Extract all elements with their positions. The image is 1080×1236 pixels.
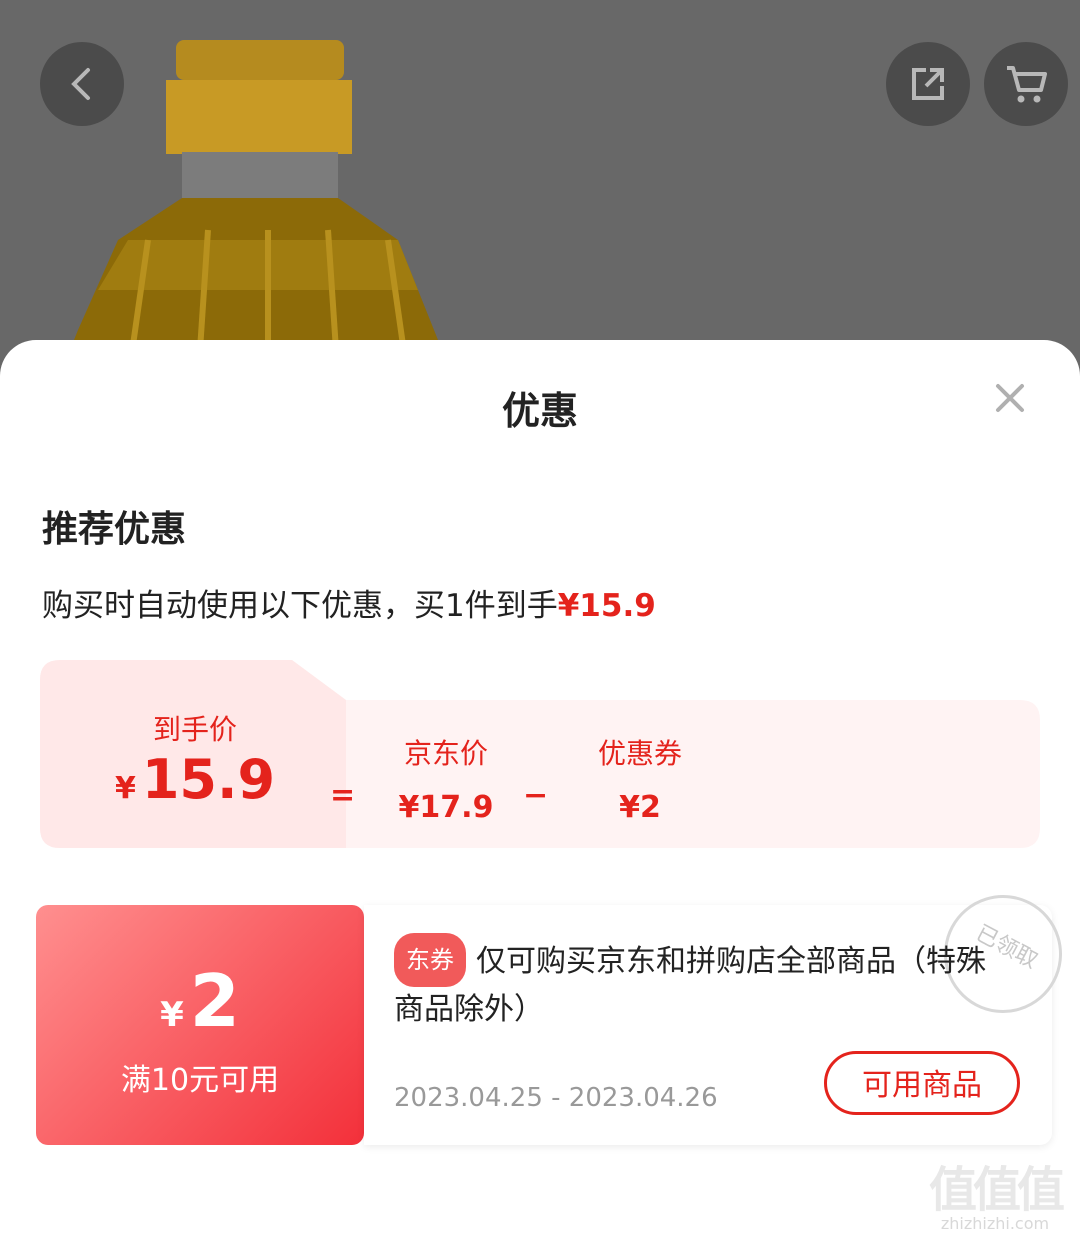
- coupon-amount: ¥2: [36, 965, 364, 1037]
- sheet-title: 优惠: [501, 389, 578, 433]
- summary-prefix: 购买时自动使用以下优惠，买1件到手: [42, 588, 558, 624]
- cart-button[interactable]: [984, 42, 1068, 126]
- coupon-detail-panel: 已领取 东券 仅可购买京东和拼购店全部商品（特殊商品除外） 2023.04.25 …: [364, 874, 1080, 1145]
- close-icon: [996, 384, 1024, 412]
- available-products-button[interactable]: 可用商品: [824, 1051, 1020, 1115]
- jd-price-block: 京东价 ¥17.9: [390, 732, 502, 825]
- coupon-currency: ¥: [160, 995, 184, 1035]
- price-calculation-card: 到手价 ¥15.9 = 京东价 ¥17.9 − 优惠券 ¥2: [40, 660, 1040, 848]
- coupon-date-range: 2023.04.25 - 2023.04.26: [394, 1083, 718, 1113]
- jd-price-label: 京东价: [403, 737, 488, 770]
- jd-price-value: ¥17.9: [398, 790, 494, 825]
- coupon-condition: 满10元可用: [120, 1063, 280, 1098]
- close-button[interactable]: [992, 380, 1028, 416]
- shopping-cart-icon: [1007, 66, 1047, 103]
- summary-price: ¥15.9: [557, 588, 656, 624]
- minus-sign: −: [523, 778, 549, 813]
- coupon-discount-value: ¥2: [619, 790, 661, 825]
- summary-text: 购买时自动使用以下优惠，买1件到手¥15.9: [42, 580, 656, 625]
- final-price-block: 到手价 ¥15.9: [100, 708, 290, 811]
- final-price-number: 15.9: [141, 748, 276, 811]
- site-watermark: 值值值 zhizhizhi.com: [920, 1150, 1070, 1233]
- equals-sign: =: [330, 778, 356, 813]
- coupon-tag: 东券: [394, 933, 466, 987]
- final-price-currency: ¥: [114, 771, 136, 806]
- promotion-sheet: 优惠 推荐优惠 购买时自动使用以下优惠，买1件到手¥15.9 到手价 ¥15.9…: [0, 340, 1080, 1236]
- coupon-discount-label: 优惠券: [597, 737, 682, 770]
- section-title: 推荐优惠: [42, 509, 187, 550]
- watermark-logo: 值值值: [928, 1162, 1065, 1218]
- coupon-value-panel: ¥2 满10元可用: [36, 905, 364, 1145]
- share-button[interactable]: [886, 42, 970, 126]
- chevron-left-icon: [71, 68, 90, 100]
- coupon-discount-block: 优惠券 ¥2: [584, 732, 696, 825]
- back-button[interactable]: [40, 42, 124, 126]
- share-icon: [912, 68, 944, 100]
- coupon-description-text: 仅可购买京东和拼购店全部商品（特殊商品除外）: [394, 944, 986, 1027]
- coupon-description: 东券 仅可购买京东和拼购店全部商品（特殊商品除外）: [394, 933, 1014, 1033]
- final-price-value: ¥15.9: [100, 748, 290, 811]
- coupon-card: ¥2 满10元可用 已领取 东券 仅可购买京东和拼购店全部商品（特殊商品除外） 2…: [36, 874, 1080, 1145]
- final-price-label: 到手价: [152, 713, 237, 746]
- coupon-amount-number: 2: [189, 959, 240, 1043]
- watermark-url: zhizhizhi.com: [940, 1214, 1050, 1233]
